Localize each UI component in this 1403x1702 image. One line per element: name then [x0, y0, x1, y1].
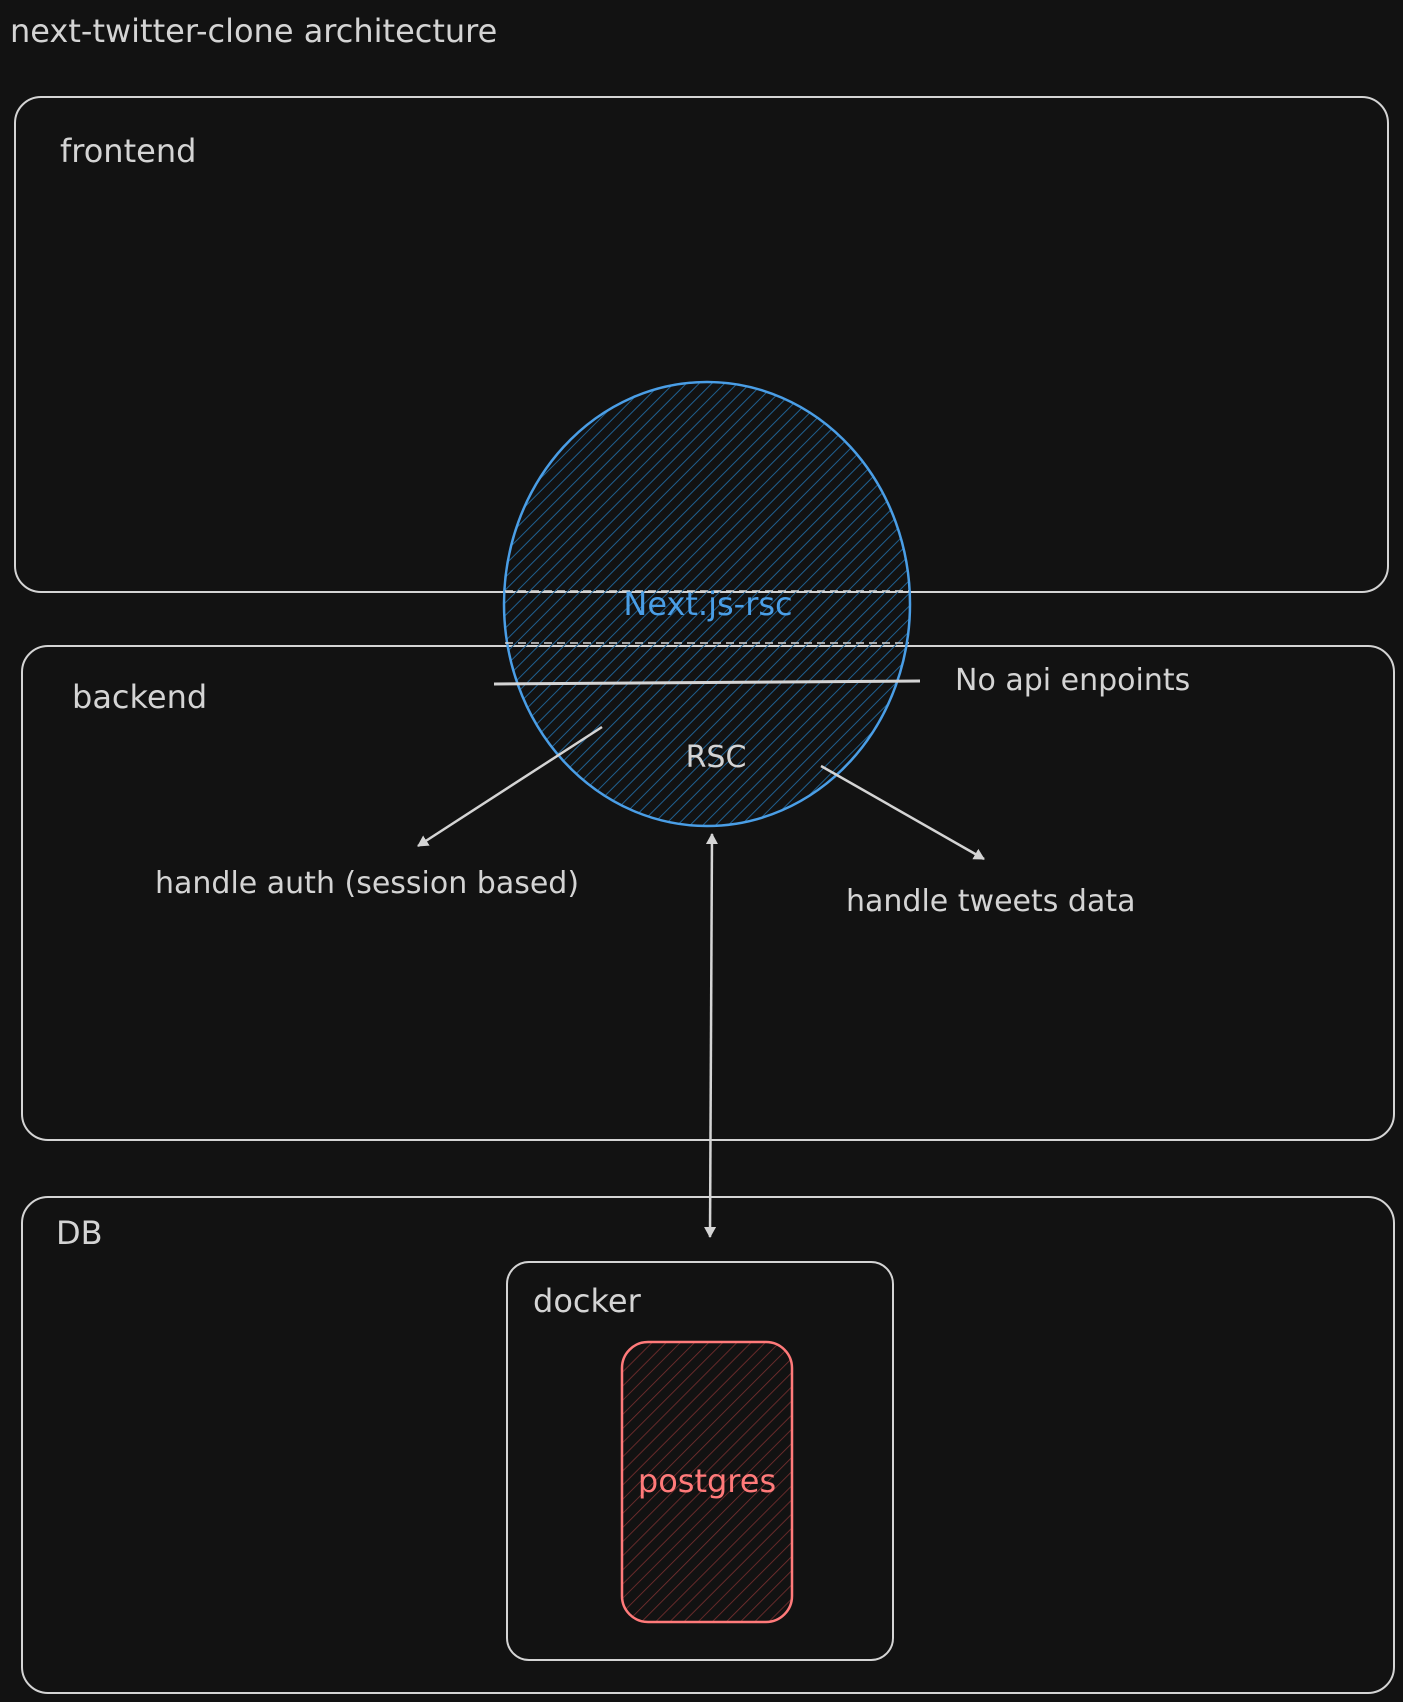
auth-arrow — [417, 725, 603, 848]
diagram-title: next-twitter-clone architecture — [10, 12, 497, 50]
postgres-label: postgres — [638, 1462, 776, 1500]
nextjs-rsc-node[interactable]: Next.js-rsc RSC — [502, 380, 912, 828]
backend-label: backend — [72, 678, 207, 716]
docker-label: docker — [533, 1282, 642, 1320]
db-connection-arrow — [704, 833, 718, 1238]
postgres-node[interactable]: postgres — [620, 1340, 794, 1624]
tweets-annotation: handle tweets data — [846, 884, 1136, 919]
auth-annotation: handle auth (session based) — [155, 866, 579, 901]
db-label: DB — [56, 1214, 103, 1252]
nextjs-label: Next.js-rsc — [623, 585, 792, 623]
architecture-diagram: next-twitter-clone architecture frontend… — [10, 12, 1395, 1694]
tweets-arrow — [820, 764, 985, 861]
frontend-label: frontend — [60, 132, 196, 170]
no-api-annotation: No api enpoints — [955, 663, 1190, 698]
rsc-label: RSC — [686, 740, 747, 775]
